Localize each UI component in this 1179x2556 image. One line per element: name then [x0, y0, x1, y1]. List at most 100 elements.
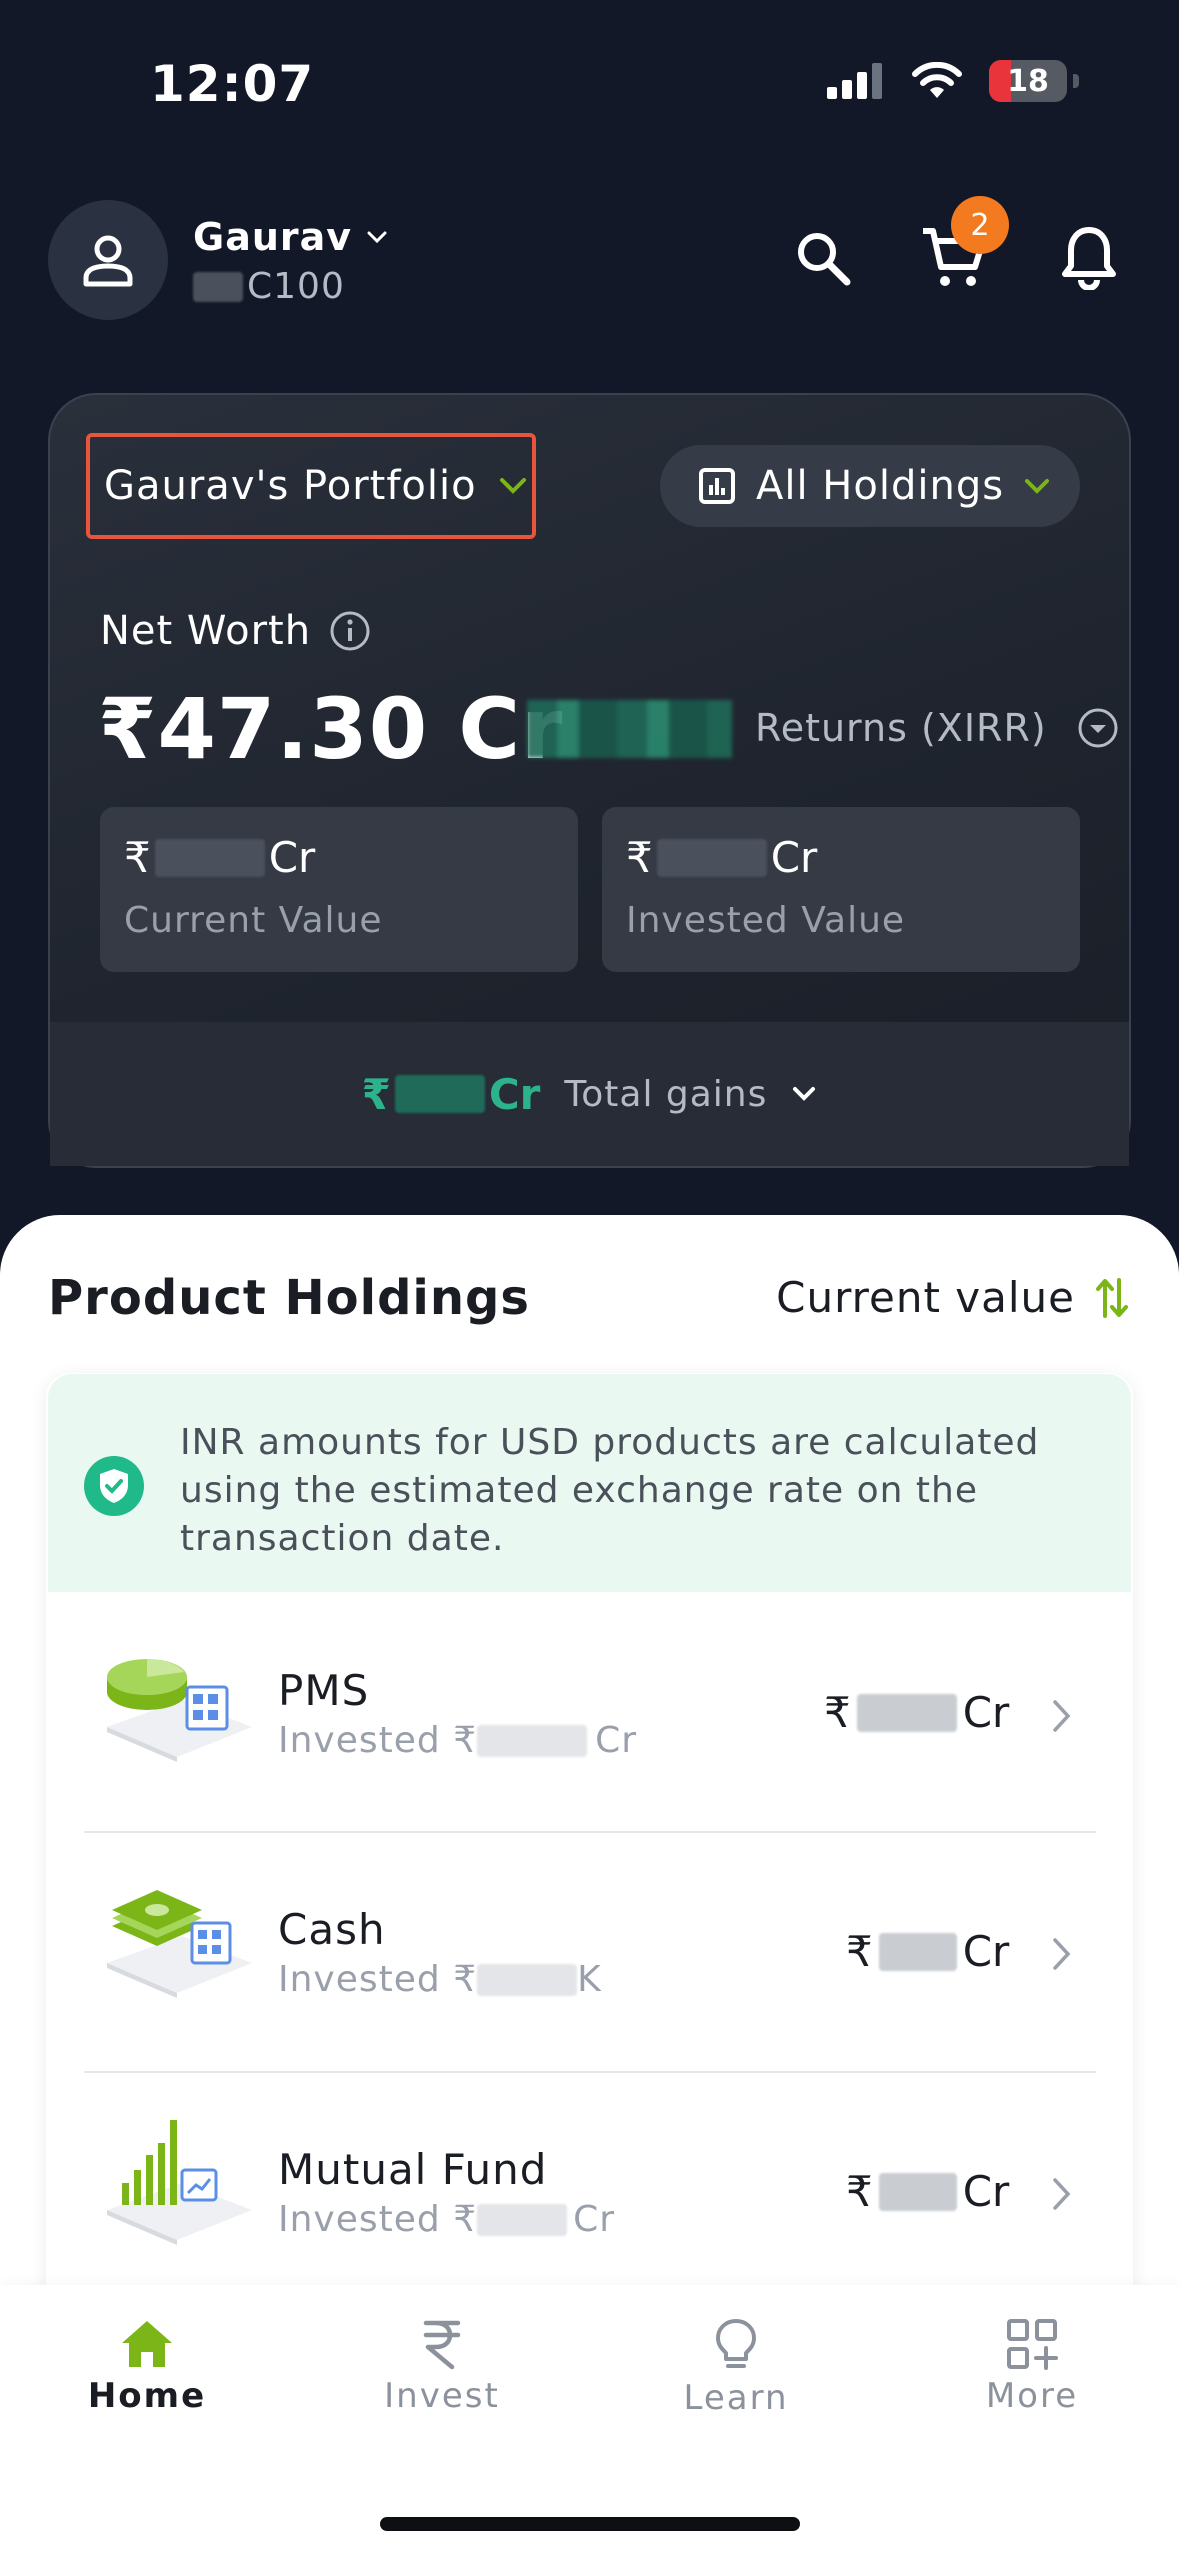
holding-name: Mutual Fund [278, 2145, 548, 2194]
invested-value-label: Invested Value [626, 900, 906, 941]
chevron-right-icon [1053, 1700, 1071, 1732]
returns-toggle[interactable]: Returns (XIRR) [755, 706, 1119, 750]
chevron-down-icon [499, 478, 526, 494]
battery-indicator: 18 [989, 60, 1067, 102]
user-client-id: C100 [193, 266, 345, 307]
portfolio-selector-label: Gaurav's Portfolio [104, 463, 477, 509]
invested-value-prefix: ₹ [626, 833, 653, 882]
invested-value-box: ₹ Cr Invested Value [602, 807, 1080, 972]
holding-row-cash[interactable]: Cash Invested ₹ K ₹ Cr [84, 1833, 1096, 2073]
chevron-down-icon [1025, 479, 1050, 494]
sort-button[interactable]: Current value [776, 1273, 1129, 1322]
invested-prefix: Invested ₹ [278, 2199, 478, 2240]
signal-icon [827, 63, 882, 99]
sort-icon [1096, 1277, 1128, 1318]
shield-check-icon [84, 1456, 144, 1516]
product-holdings-title: Product Holdings [48, 1270, 530, 1326]
invested-prefix: Invested ₹ [278, 1959, 478, 2000]
exchange-rate-info: INR amounts for USD products are calcula… [48, 1374, 1131, 1592]
holding-name: PMS [278, 1666, 370, 1715]
redacted-value [878, 1932, 957, 1971]
battery-level: 18 [1007, 63, 1049, 99]
total-gains-toggle[interactable]: ₹ Cr Total gains [50, 1022, 1129, 1166]
chevron-circle-down-icon [1078, 708, 1118, 748]
chevron-down-icon [367, 231, 387, 244]
invested-value-suffix: Cr [770, 833, 818, 882]
redacted-id [193, 271, 243, 302]
search-button[interactable] [787, 222, 859, 294]
search-icon [798, 233, 851, 286]
pms-illustration-icon [107, 1659, 252, 1762]
value-prefix: ₹ [824, 1688, 851, 1737]
user-switcher[interactable]: Gaurav [193, 215, 388, 259]
current-value-suffix: Cr [268, 833, 316, 882]
redacted-amount [477, 1963, 578, 1996]
current-value-prefix: ₹ [124, 833, 151, 882]
rupee-icon [423, 2320, 461, 2370]
holdings-filter-label: All Holdings [756, 463, 1005, 509]
nav-learn[interactable]: Learn [626, 2318, 846, 2418]
nav-more[interactable]: More [922, 2318, 1142, 2416]
value-prefix: ₹ [846, 2167, 873, 2216]
grid-plus-icon [1007, 2319, 1058, 2370]
bell-icon [1062, 227, 1116, 290]
user-icon [83, 235, 133, 287]
chart-icon [699, 468, 735, 504]
nav-invest-label: Invest [384, 2376, 500, 2416]
redacted-value [878, 2172, 957, 2211]
net-worth-value: ₹47.30 Cr [98, 680, 564, 778]
holding-name: Cash [278, 1905, 386, 1954]
invested-suffix: Cr [595, 1720, 638, 1761]
mutual-fund-illustration-icon [107, 2120, 252, 2245]
status-time: 12:07 [150, 55, 315, 113]
nav-home-label: Home [87, 2376, 207, 2416]
holdings-filter-dropdown[interactable]: All Holdings [660, 445, 1080, 527]
holding-invested: Invested ₹ Cr [278, 1720, 637, 1761]
status-icons: 18 [827, 60, 1079, 102]
invested-prefix: Invested ₹ [278, 1720, 478, 1761]
portfolio-selector[interactable]: Gaurav's Portfolio [86, 433, 536, 539]
sort-label: Current value [776, 1273, 1075, 1322]
returns-label: Returns (XIRR) [755, 706, 1047, 750]
value-suffix: Cr [962, 1927, 1010, 1976]
wifi-icon [912, 62, 962, 98]
chevron-down-icon [793, 1087, 816, 1101]
cash-illustration-icon [107, 1890, 252, 1998]
value-suffix: Cr [962, 1688, 1010, 1737]
value-suffix: Cr [962, 2167, 1010, 2216]
notifications-button[interactable] [1053, 222, 1125, 294]
holding-invested: Invested ₹ Cr [278, 2199, 615, 2240]
holding-invested: Invested ₹ K [278, 1959, 602, 2000]
user-name: Gaurav [193, 215, 353, 259]
nav-more-label: More [985, 2376, 1079, 2416]
gains-suffix: Cr [488, 1069, 541, 1119]
info-icon[interactable] [329, 610, 371, 652]
home-icon [122, 2321, 172, 2367]
nav-invest[interactable]: Invest [332, 2318, 552, 2416]
invested-suffix: Cr [573, 2199, 616, 2240]
redacted-current-value [154, 838, 265, 877]
user-id-suffix: C100 [247, 266, 345, 307]
chevron-right-icon [1053, 1938, 1071, 1970]
holding-row-mutual-fund[interactable]: Mutual Fund Invested ₹ Cr ₹ Cr [84, 2073, 1096, 2285]
nav-learn-label: Learn [683, 2378, 789, 2418]
redacted-invested-value [656, 838, 767, 877]
invested-suffix: K [577, 1959, 602, 2000]
gains-prefix: ₹ [361, 1069, 391, 1119]
profile-avatar[interactable] [48, 200, 168, 320]
redacted-amount [477, 2203, 568, 2236]
home-indicator [380, 2517, 800, 2531]
chevron-right-icon [1053, 2178, 1071, 2210]
gains-label: Total gains [564, 1073, 768, 1115]
holding-row-pms[interactable]: PMS Invested ₹ Cr ₹ Cr [84, 1592, 1096, 1832]
lightbulb-icon [716, 2319, 756, 2368]
net-worth-label-row: Net Worth [100, 608, 371, 654]
cart-count-badge: 2 [951, 196, 1009, 254]
redacted-value [856, 1693, 957, 1732]
holding-value: ₹ Cr [824, 1688, 1009, 1737]
current-value-label: Current Value [124, 900, 383, 941]
redacted-amount [477, 1724, 588, 1757]
redacted-returns [527, 700, 732, 758]
nav-home[interactable]: Home [37, 2318, 257, 2416]
value-prefix: ₹ [846, 1927, 873, 1976]
